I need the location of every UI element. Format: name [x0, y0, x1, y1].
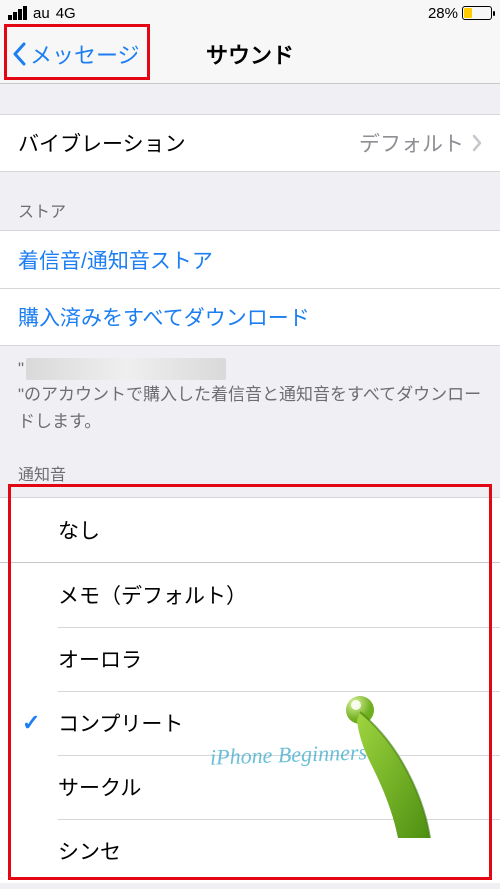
sound-option[interactable]: サークル: [0, 755, 500, 819]
nav-bar: メッセージ サウンド: [0, 24, 500, 84]
sound-list: なしメモ（デフォルト） オーロラ ✓ コンプリートサークルシンセ: [0, 497, 500, 883]
sound-option-label: メモ（デフォルト）: [58, 580, 247, 610]
chevron-right-icon: [472, 134, 482, 152]
vibration-label: バイブレーション: [18, 128, 186, 158]
sound-option-label: シンセ: [58, 836, 121, 866]
signal-strength-icon: [8, 6, 27, 20]
tone-store-link[interactable]: 着信音/通知音ストア: [0, 230, 500, 288]
store-footer-suffix: "のアカウントで購入した着信音と通知音をすべてダウンロードします。: [18, 382, 482, 435]
vibration-cell[interactable]: バイブレーション デフォルト: [0, 114, 500, 172]
carrier-label: au: [33, 5, 50, 22]
sound-option-label: コンプリート: [58, 708, 183, 738]
sound-option-label: サークル: [58, 772, 141, 802]
download-all-link[interactable]: 購入済みをすべてダウンロード: [0, 288, 500, 346]
store-footer-prefix: ": [18, 356, 24, 382]
page-title: サウンド: [206, 38, 294, 70]
store-footer: " "のアカウントで購入した着信音と通知音をすべてダウンロードします。: [0, 346, 500, 435]
sound-option-label: なし: [58, 515, 100, 545]
download-all-label: 購入済みをすべてダウンロード: [18, 302, 310, 332]
sound-option[interactable]: なし: [0, 498, 500, 562]
battery-icon: [462, 6, 492, 20]
status-left: au 4G: [8, 5, 76, 22]
status-right: 28%: [428, 5, 492, 22]
store-section-header: ストア: [0, 172, 500, 230]
back-button[interactable]: メッセージ: [6, 34, 146, 74]
sound-option[interactable]: オーロラ: [0, 627, 500, 691]
sound-option-label: オーロラ: [58, 644, 142, 674]
sound-option[interactable]: ✓ コンプリート: [0, 691, 500, 755]
tone-store-label: 着信音/通知音ストア: [18, 245, 213, 275]
chevron-left-icon: [12, 42, 26, 66]
sounds-section-header: 通知音: [0, 435, 500, 493]
vibration-value: デフォルト: [359, 128, 464, 158]
battery-percent: 28%: [428, 5, 458, 22]
sound-option[interactable]: シンセ: [0, 819, 500, 883]
back-label: メッセージ: [30, 38, 140, 70]
status-bar: au 4G 28%: [0, 0, 500, 24]
battery-fill: [464, 8, 472, 18]
sound-option[interactable]: メモ（デフォルト）: [0, 563, 500, 627]
checkmark-icon: ✓: [22, 710, 40, 736]
redacted-account: [26, 358, 226, 380]
network-label: 4G: [56, 5, 76, 22]
